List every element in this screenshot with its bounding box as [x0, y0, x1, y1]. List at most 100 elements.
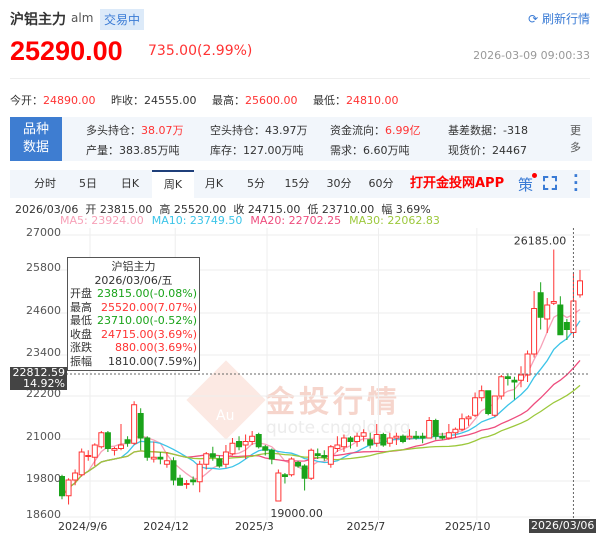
candle-down	[137, 413, 144, 439]
tooltip-key: 开盘	[70, 287, 92, 300]
y-tick-label: 18600	[26, 508, 61, 521]
candle-up	[465, 416, 472, 420]
candle-up	[478, 390, 485, 399]
tooltip-row: 振幅 1810.00(7.59%)	[70, 355, 197, 369]
candle-down	[144, 437, 151, 458]
candle-up	[78, 451, 85, 476]
candle-down	[347, 437, 354, 442]
candle-up	[196, 463, 203, 483]
candle-down	[511, 379, 518, 383]
candle-up	[406, 435, 413, 439]
candle-down	[537, 292, 544, 318]
candle-down	[314, 453, 321, 456]
candle-up	[386, 437, 393, 444]
tooltip-value: 24715.00(3.69%)	[100, 327, 197, 341]
candle-up	[544, 304, 551, 320]
candle-down	[177, 477, 184, 486]
candle-up	[118, 444, 125, 449]
candle-up	[98, 432, 105, 448]
candle-tooltip: 沪铝主力 2026/03/06/五 开盘 23815.00(-0.08%) 最高 25…	[67, 257, 200, 371]
candle-up	[550, 301, 557, 304]
candle-down	[216, 458, 223, 467]
candle-up	[163, 460, 170, 465]
tooltip-key: 收盘	[70, 327, 92, 341]
candle-up	[445, 432, 452, 439]
candle-up	[203, 453, 210, 465]
candle-down	[557, 304, 564, 336]
ma30-line	[61, 384, 581, 497]
candle-down	[124, 439, 131, 444]
candle-up	[577, 280, 583, 296]
candle-down	[268, 449, 275, 460]
candle-up	[111, 448, 118, 451]
x-tick-label: 2025/10	[444, 520, 491, 533]
candle-up	[65, 479, 72, 497]
tooltip-value: 1810.00(7.59%)	[107, 354, 197, 368]
candle-up	[308, 449, 315, 479]
extreme-price-label: 26185.00	[514, 235, 567, 248]
candle-up	[150, 456, 157, 460]
x-tick-label: 2024/12	[143, 520, 189, 533]
candle-down	[504, 376, 511, 379]
crosshair-date-label: 2026/03/06	[529, 519, 597, 533]
candle-up	[229, 442, 236, 455]
candle-up	[222, 451, 229, 465]
tooltip-row: 最低 23710.00(-0.52%)	[70, 314, 197, 328]
y-tick-label: 23400	[26, 346, 61, 359]
candle-down	[190, 479, 197, 483]
tooltip-row: 收盘 24715.00(3.69%)	[70, 328, 197, 342]
y-tick-label: 21000	[26, 430, 61, 443]
y-tick-label: 19800	[26, 472, 61, 485]
candle-up	[72, 472, 79, 481]
tooltip-row: 涨跌 880.00(3.69%)	[70, 341, 197, 355]
candle-up	[354, 435, 361, 442]
candle-up	[334, 444, 341, 449]
candle-down	[321, 455, 328, 458]
candle-up	[340, 437, 347, 448]
candle-down	[301, 465, 308, 479]
candle-down	[209, 453, 216, 458]
candle-down	[432, 420, 439, 437]
candle-down	[262, 446, 269, 451]
candle-up	[249, 435, 256, 442]
candle-down	[170, 460, 177, 481]
candle-down	[236, 441, 243, 448]
candle-down	[380, 434, 387, 446]
tooltip-value: 25520.00(7.07%)	[100, 300, 197, 314]
candle-down	[281, 474, 288, 477]
y-tick-label: 27000	[26, 226, 61, 239]
candle-up	[91, 444, 98, 458]
candle-down	[255, 434, 262, 448]
tooltip-row: 最高 25520.00(7.07%)	[70, 301, 197, 315]
candle-up	[498, 376, 505, 397]
candle-up	[327, 446, 334, 465]
candle-down	[419, 435, 426, 439]
tooltip-key: 最低	[70, 314, 92, 327]
candle-up	[524, 353, 531, 376]
candle-up	[85, 455, 92, 457]
x-tick-label: 2025/3	[235, 520, 274, 533]
candle-down	[104, 432, 111, 449]
y-tick-label: 25800	[26, 261, 61, 274]
candle-up	[426, 420, 433, 439]
candle-up	[242, 441, 249, 446]
tooltip-value: 23815.00(-0.08%)	[97, 287, 197, 300]
y-tick-label: 24600	[26, 304, 61, 317]
candle-up	[491, 395, 498, 416]
candle-down	[413, 435, 420, 439]
tooltip-date: 2026/03/06/五	[94, 273, 173, 287]
x-tick-label: 2025/7	[346, 520, 386, 533]
tooltip-value: 880.00(3.69%)	[114, 341, 197, 354]
candle-up	[452, 428, 459, 434]
candle-down	[157, 456, 164, 460]
candle-up	[517, 374, 524, 381]
candle-down	[485, 390, 492, 414]
tooltip-row: 开盘 23815.00(-0.08%)	[70, 287, 197, 301]
candle-up	[360, 432, 367, 437]
extreme-price-label: 19000.00	[270, 507, 323, 520]
tooltip-title: 沪铝主力	[111, 260, 156, 273]
candle-up	[531, 308, 538, 355]
tooltip-key: 振幅	[70, 354, 92, 368]
candle-up	[393, 435, 400, 439]
candle-up	[288, 458, 295, 476]
